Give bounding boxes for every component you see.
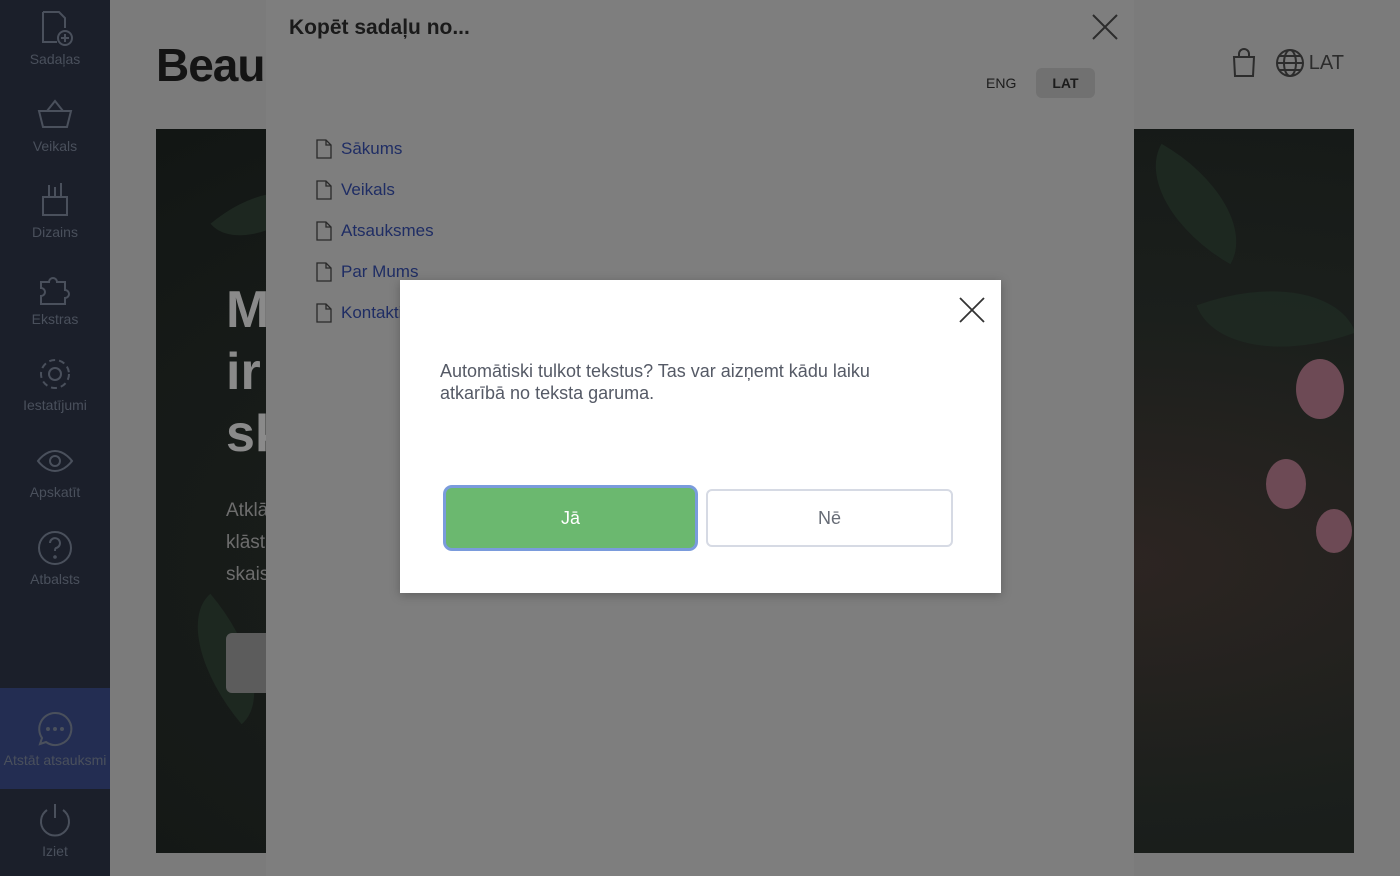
page-link-veikals[interactable]: Veikals bbox=[316, 169, 434, 210]
sidebar-item-logout[interactable]: Iziet bbox=[0, 800, 110, 876]
chat-icon bbox=[38, 711, 73, 746]
page-link-sakums[interactable]: Sākums bbox=[316, 128, 434, 169]
dialog-message: Automātiski tulkot tekstus? Tas var aizņ… bbox=[440, 361, 870, 403]
sidebar-item-label: Sadaļas bbox=[29, 51, 81, 67]
document-icon bbox=[316, 138, 332, 159]
close-icon bbox=[1092, 14, 1118, 40]
sidebar-item-sections[interactable]: Sadaļas bbox=[0, 8, 110, 94]
sidebar-item-label: Apskatīt bbox=[29, 484, 81, 500]
gear-icon bbox=[40, 359, 70, 389]
site-logo: Beau bbox=[156, 39, 265, 91]
document-icon bbox=[316, 220, 332, 241]
basket-icon bbox=[37, 99, 73, 128]
site-language[interactable]: LAT bbox=[1309, 52, 1344, 75]
sidebar-item-label: Atstāt atsauksmi bbox=[3, 752, 107, 768]
help-icon bbox=[38, 531, 72, 565]
eye-icon bbox=[36, 449, 74, 473]
sidebar-item-label: Atbalsts bbox=[30, 571, 80, 587]
sidebar-item-feedback[interactable]: Atstāt atsauksmi bbox=[0, 688, 110, 789]
sidebar-item-support[interactable]: Atbalsts bbox=[0, 528, 110, 614]
sidebar-item-label: Ekstras bbox=[31, 311, 79, 327]
no-button[interactable]: Nē bbox=[706, 489, 953, 547]
puzzle-icon bbox=[40, 277, 70, 305]
sidebar-item-label: Iziet bbox=[42, 843, 68, 859]
close-dialog-button[interactable] bbox=[958, 296, 986, 324]
panel-title: Kopēt sadaļu no... bbox=[289, 16, 470, 39]
sidebar-item-preview[interactable]: Apskatīt bbox=[0, 441, 110, 527]
sidebar-item-label: Dizains bbox=[32, 224, 78, 240]
sidebar: Sadaļas Veikals Dizains Ekstras Iestatīj… bbox=[0, 0, 110, 876]
close-panel-button[interactable] bbox=[1092, 14, 1118, 40]
language-switch: ENG LAT bbox=[974, 68, 1095, 98]
document-icon bbox=[316, 302, 332, 323]
sidebar-item-shop[interactable]: Veikals bbox=[0, 95, 110, 181]
sidebar-item-label: Veikals bbox=[32, 138, 78, 154]
page-link-atsauksmes[interactable]: Atsauksmes bbox=[316, 210, 434, 251]
sidebar-item-extras[interactable]: Ekstras bbox=[0, 268, 110, 354]
brush-icon bbox=[42, 183, 68, 216]
lang-lat-button[interactable]: LAT bbox=[1036, 68, 1095, 98]
hero-text: Atklā klāst skais bbox=[226, 500, 270, 585]
add-page-icon bbox=[42, 11, 73, 46]
sidebar-item-design[interactable]: Dizains bbox=[0, 181, 110, 267]
yes-button[interactable]: Jā bbox=[446, 488, 695, 548]
shopping-bag-icon[interactable] bbox=[1231, 48, 1257, 78]
power-icon bbox=[40, 804, 70, 837]
globe-icon[interactable] bbox=[1275, 48, 1305, 78]
document-icon bbox=[316, 179, 332, 200]
sidebar-item-label: Iestatījumi bbox=[23, 397, 87, 413]
lang-eng-button[interactable]: ENG bbox=[974, 68, 1028, 98]
close-icon bbox=[959, 297, 985, 323]
site-header-icons: LAT bbox=[1231, 48, 1344, 78]
sidebar-item-settings[interactable]: Iestatījumi bbox=[0, 354, 110, 440]
document-icon bbox=[316, 261, 332, 282]
